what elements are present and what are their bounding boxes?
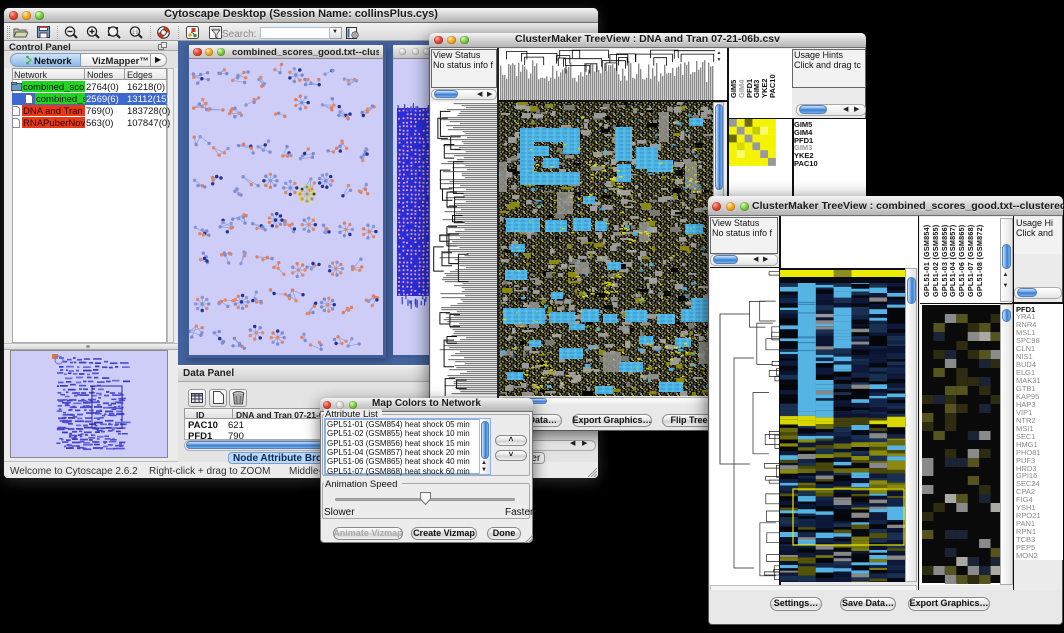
svg-text:1:1: 1:1 <box>132 30 139 35</box>
